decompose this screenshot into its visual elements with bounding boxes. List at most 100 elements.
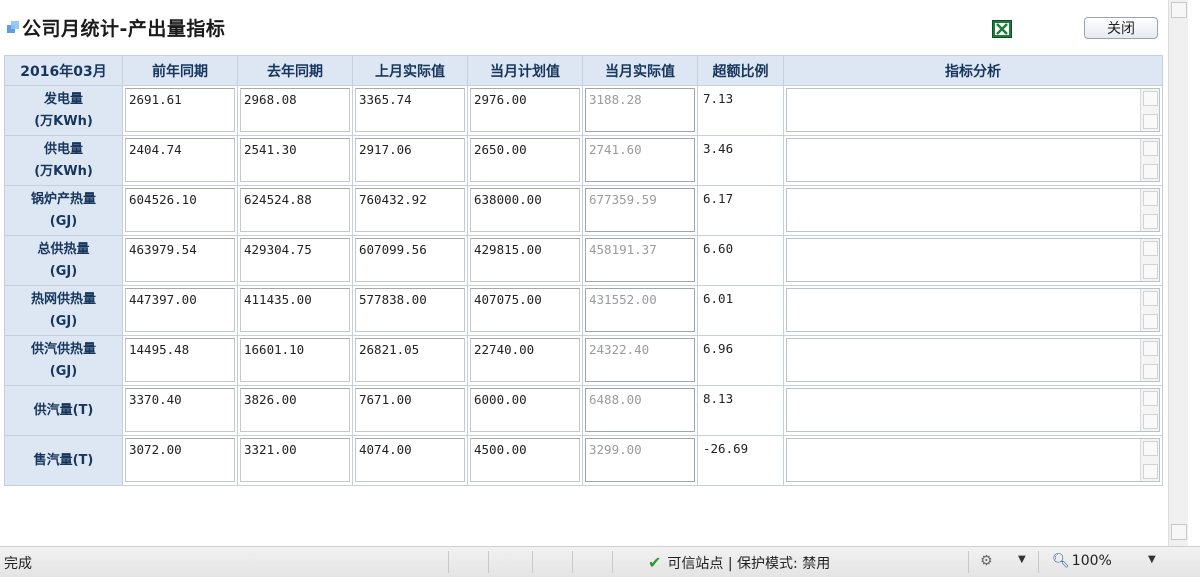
textarea-scrollbar[interactable] (1140, 289, 1159, 331)
textarea-scrollbar[interactable] (1140, 439, 1159, 481)
analysis-textarea[interactable] (786, 238, 1160, 282)
textarea-scrollbar[interactable] (1140, 139, 1159, 181)
value-field[interactable]: 2968.08 (240, 88, 350, 132)
analysis-cell (783, 135, 1163, 186)
scroll-up-button[interactable] (1143, 91, 1158, 106)
value-field[interactable]: 3365.74 (355, 88, 465, 132)
value-field[interactable]: 624524.88 (240, 188, 350, 232)
value-field[interactable]: 607099.56 (355, 238, 465, 282)
textarea-scrollbar[interactable] (1140, 239, 1159, 281)
zoom-level: 100% (1071, 553, 1112, 569)
scroll-up-button[interactable] (1143, 441, 1158, 456)
scroll-down-button[interactable] (1143, 314, 1158, 329)
textarea-scrollbar[interactable] (1140, 389, 1159, 431)
value-field[interactable]: 429304.75 (240, 238, 350, 282)
value-field[interactable]: 6000.00 (470, 388, 580, 432)
value-field[interactable]: 447397.00 (125, 288, 235, 332)
table-row: 总供热量 (GJ) 463979.54 429304.75 607099.56 42981… (4, 235, 1163, 286)
value-field[interactable]: 26821.05 (355, 338, 465, 382)
textarea-scrollbar[interactable] (1140, 339, 1159, 381)
value-field[interactable]: 760432.92 (355, 188, 465, 232)
textarea-scrollbar[interactable] (1140, 189, 1159, 231)
scroll-up-button[interactable] (1143, 241, 1158, 256)
close-button[interactable]: 关闭 (1084, 17, 1158, 39)
row-unit: (GJ) (49, 213, 78, 229)
value-field[interactable]: 2541.30 (240, 138, 350, 182)
scroll-down-button[interactable] (1143, 214, 1158, 229)
analysis-textarea[interactable] (786, 388, 1160, 432)
table-row: 发电量 (万KWh) 2691.61 2968.08 3365.74 2976.00 318… (4, 85, 1163, 136)
analysis-textarea[interactable] (786, 88, 1160, 132)
value-field[interactable]: 2404.74 (125, 138, 235, 182)
scroll-down-button[interactable] (1171, 524, 1187, 540)
scroll-up-button[interactable] (1143, 341, 1158, 356)
value-field[interactable]: 7671.00 (355, 388, 465, 432)
value-cell: 3321.00 (237, 435, 353, 486)
excess-ratio: 6.60 (703, 241, 734, 256)
actual-value-field: 24322.40 (585, 338, 695, 382)
value-field[interactable]: 407075.00 (470, 288, 580, 332)
value-field[interactable]: 429815.00 (470, 238, 580, 282)
value-field[interactable]: 2917.06 (355, 138, 465, 182)
scroll-down-button[interactable] (1143, 264, 1158, 279)
scroll-down-button[interactable] (1143, 364, 1158, 379)
value-field[interactable]: 4500.00 (470, 438, 580, 482)
value-field[interactable]: 14495.48 (125, 338, 235, 382)
header-col-3: 当月计划值 (467, 55, 583, 86)
scroll-up-button[interactable] (1143, 141, 1158, 156)
row-name: 热网供热量 (30, 291, 96, 307)
title-bar: 公司月统计-产出量指标 关闭 (0, 0, 1168, 50)
value-field[interactable]: 3826.00 (240, 388, 350, 432)
value-field[interactable]: 411435.00 (240, 288, 350, 332)
scroll-up-button[interactable] (1143, 391, 1158, 406)
value-field[interactable]: 3370.40 (125, 388, 235, 432)
status-separator (572, 551, 573, 573)
value-field[interactable]: 2691.61 (125, 88, 235, 132)
analysis-textarea[interactable] (786, 338, 1160, 382)
row-label: 发电量 (万KWh) (4, 85, 123, 136)
zoom-control[interactable]: 🔍︎ 100% (1052, 553, 1112, 569)
value-field[interactable]: 638000.00 (470, 188, 580, 232)
scroll-down-button[interactable] (1143, 464, 1158, 479)
value-field[interactable]: 577838.00 (355, 288, 465, 332)
row-name: 锅炉产热量 (30, 191, 96, 207)
scroll-down-button[interactable] (1143, 414, 1158, 429)
scroll-up-button[interactable] (1143, 191, 1158, 206)
row-name: 供电量 (43, 141, 83, 157)
value-field[interactable]: 22740.00 (470, 338, 580, 382)
value-field[interactable]: 2650.00 (470, 138, 580, 182)
security-shield-icon[interactable]: ⚙ (980, 553, 993, 569)
chevron-down-icon[interactable]: ▼ (1148, 554, 1156, 565)
value-cell: 431552.00 (582, 285, 698, 336)
value-cell: 3299.00 (582, 435, 698, 486)
chevron-down-icon[interactable]: ▼ (1018, 554, 1026, 565)
excel-export-icon[interactable] (992, 20, 1012, 38)
scroll-up-button[interactable] (1171, 2, 1187, 18)
value-field[interactable]: 4074.00 (355, 438, 465, 482)
table-row: 热网供热量 (GJ) 447397.00 411435.00 577838.00 4070… (4, 285, 1163, 336)
scroll-up-button[interactable] (1143, 291, 1158, 306)
value-field[interactable]: 604526.10 (125, 188, 235, 232)
value-field[interactable]: 463979.54 (125, 238, 235, 282)
row-label: 售汽量(T) (4, 435, 123, 486)
window-scrollbar[interactable] (1168, 0, 1188, 546)
value-field[interactable]: 3321.00 (240, 438, 350, 482)
actual-value-field: 458191.37 (585, 238, 695, 282)
value-field[interactable]: 2976.00 (470, 88, 580, 132)
excess-ratio: 6.17 (703, 191, 734, 206)
analysis-textarea[interactable] (786, 288, 1160, 332)
value-field[interactable]: 16601.10 (240, 338, 350, 382)
security-zone[interactable]: ✔ 可信站点 | 保护模式: 禁用 (648, 553, 830, 573)
analysis-cell (783, 285, 1163, 336)
analysis-textarea[interactable] (786, 438, 1160, 482)
value-cell: 6488.00 (582, 385, 698, 436)
value-cell: 7671.00 (352, 385, 468, 436)
value-cell: 6000.00 (467, 385, 583, 436)
textarea-scrollbar[interactable] (1140, 89, 1159, 131)
scroll-down-button[interactable] (1143, 164, 1158, 179)
scroll-down-button[interactable] (1143, 114, 1158, 129)
analysis-textarea[interactable] (786, 138, 1160, 182)
value-cell: 2741.60 (582, 135, 698, 186)
value-field[interactable]: 3072.00 (125, 438, 235, 482)
analysis-textarea[interactable] (786, 188, 1160, 232)
